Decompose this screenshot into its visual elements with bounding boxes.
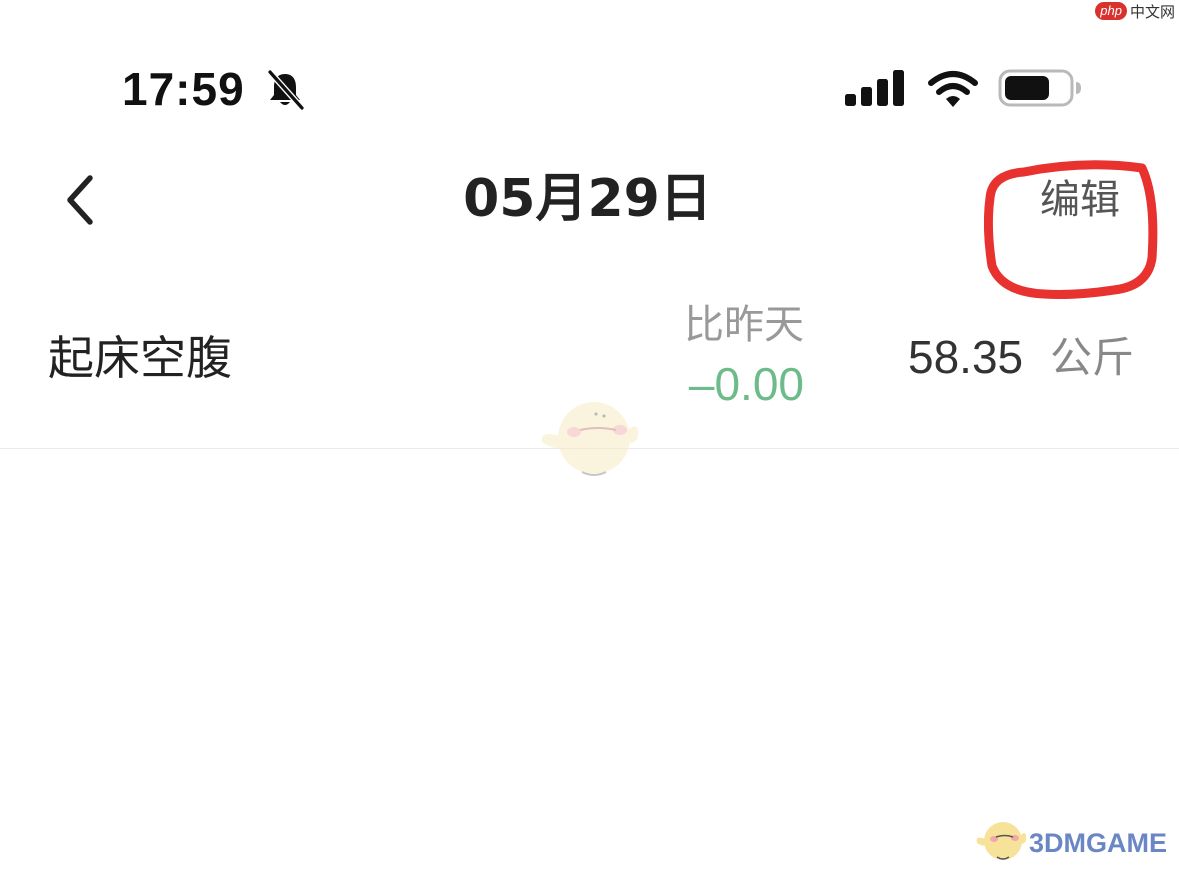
php-watermark: php 中文网	[1095, 0, 1175, 22]
3dmgame-label: 3DMGAME	[1028, 827, 1167, 858]
battery-icon	[998, 69, 1081, 107]
screen: php 中文网 17:59 05月29日 编辑 起床空腹 比昨天 –0.00 5…	[0, 0, 1179, 870]
compare-label: 比昨天	[684, 302, 804, 348]
weight-unit: 公斤	[1050, 333, 1135, 382]
bell-slash-icon	[267, 70, 305, 110]
mascot-watermark-icon	[541, 402, 639, 476]
weight-value: 58.35	[908, 331, 1024, 383]
cellular-signal-icon	[845, 70, 904, 106]
compare-value: –0.00	[688, 358, 804, 410]
edit-button[interactable]: 编辑	[1040, 174, 1120, 226]
status-time: 17:59	[122, 63, 245, 115]
php-site-label: 中文网	[1129, 2, 1175, 21]
3dmgame-watermark: 3DMGAME	[975, 814, 1167, 864]
3dmgame-mascot-icon	[976, 822, 1027, 860]
php-logo: php	[1095, 2, 1127, 20]
wifi-icon	[928, 71, 978, 107]
page-title: 05月29日	[463, 169, 712, 229]
record-label: 起床空腹	[48, 331, 232, 385]
